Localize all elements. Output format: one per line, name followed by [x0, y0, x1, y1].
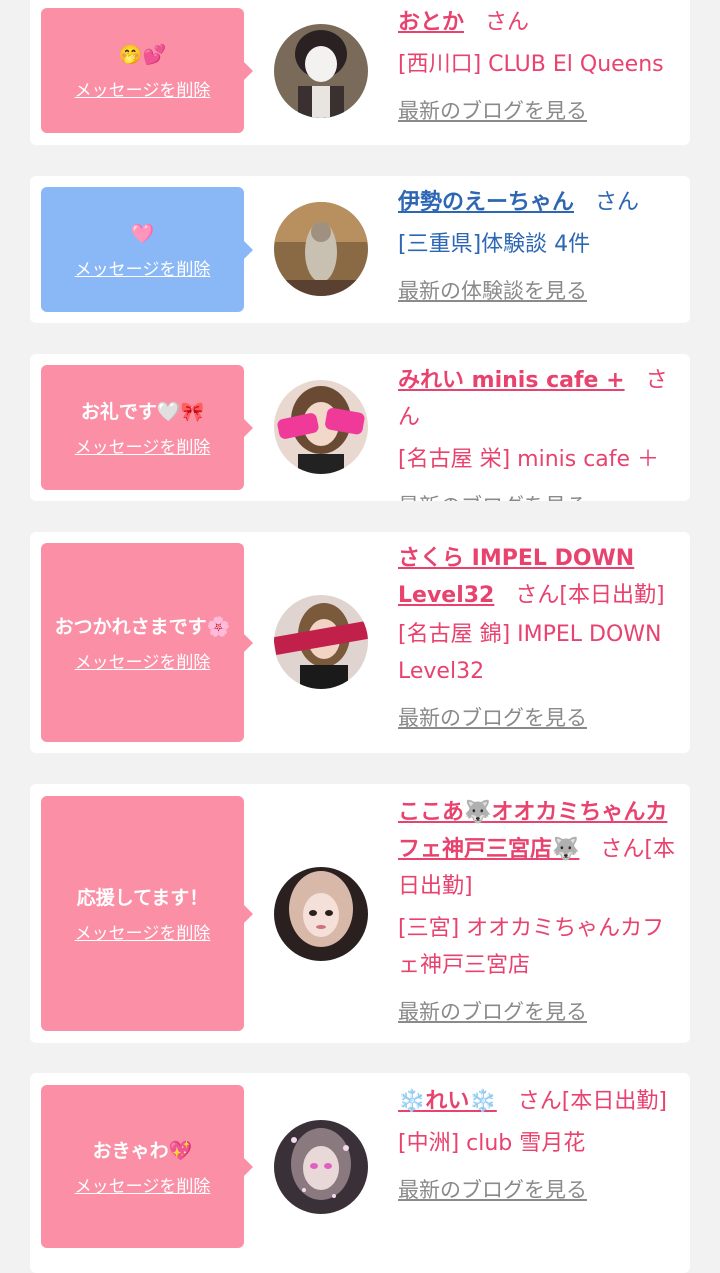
user-info: さくら IMPEL DOWN Level32 さん[本日出勤] [名古屋 錦] …	[398, 540, 680, 732]
avatar[interactable]	[274, 24, 368, 118]
message-bubble: 🤭💕 メッセージを削除	[41, 8, 253, 133]
latest-blog-link[interactable]: 最新のブログを見る	[398, 996, 680, 1026]
message-text: 🤭💕	[118, 44, 167, 66]
shop-text: [西川口] CLUB El Queens	[398, 52, 664, 77]
message-bubble: おきゃわ💖 メッセージを削除	[41, 1085, 253, 1248]
user-name-link[interactable]: 伊勢のえーちゃん	[398, 190, 574, 215]
honorific: さん	[485, 10, 530, 35]
latest-blog-link[interactable]: 最新のブログを見る	[398, 490, 680, 501]
shop-text: [名古屋 錦] IMPEL DOWN Level32	[398, 622, 662, 684]
latest-blog-link[interactable]: 最新のブログを見る	[398, 702, 680, 732]
message-card: お礼です🤍🎀 メッセージを削除 みれい minis cafe + さん [名古屋…	[30, 354, 690, 501]
user-name-link[interactable]: ❄️れい❄️	[398, 1089, 497, 1114]
user-info: ここあ🐺オオカミちゃんカフェ神戸三宮店🐺 さん[本日出勤] [三宮] オオカミち…	[398, 794, 680, 1026]
honorific: さん[本日出勤]	[515, 583, 665, 608]
message-bubble: 応援してます！ メッセージを削除	[41, 796, 253, 1031]
message-card: おきゃわ💖 メッセージを削除 ❄️れい❄️ さん[本日出勤] [中洲] club…	[30, 1073, 690, 1273]
latest-blog-link[interactable]: 最新のブログを見る	[398, 1174, 680, 1204]
message-card: 応援してます！ メッセージを削除 ここあ🐺オオカミちゃんカフェ神戸三宮店🐺 さん…	[30, 784, 690, 1043]
message-text: 🩷	[130, 223, 155, 245]
honorific: さん[本日出勤]	[517, 1089, 667, 1114]
shop-text: [名古屋 栄] minis cafe ＋	[398, 447, 660, 472]
avatar[interactable]	[274, 202, 368, 296]
honorific: さん	[595, 190, 640, 215]
delete-message-link[interactable]: メッセージを削除	[75, 255, 211, 280]
user-name-link[interactable]: おとか	[398, 10, 464, 35]
shop-text: [中洲] club 雪月花	[398, 1131, 586, 1156]
message-bubble: おつかれさまです🌸 メッセージを削除	[41, 543, 253, 742]
message-card: 🩷 メッセージを削除 伊勢のえーちゃん さん [三重県]体験談 4件 最新の体験…	[30, 176, 690, 323]
message-text: お礼です🤍🎀	[80, 401, 205, 423]
delete-message-link[interactable]: メッセージを削除	[75, 919, 211, 944]
avatar[interactable]	[274, 1120, 368, 1214]
delete-message-link[interactable]: メッセージを削除	[75, 648, 211, 673]
message-card: 🤭💕 メッセージを削除 おとか さん [西川口] CLUB El Queens …	[30, 0, 690, 145]
shop-text: [三重県]体験談 4件	[398, 232, 591, 257]
user-info: みれい minis cafe + さん [名古屋 栄] minis cafe ＋…	[398, 362, 680, 501]
delete-message-link[interactable]: メッセージを削除	[75, 76, 211, 101]
message-bubble: お礼です🤍🎀 メッセージを削除	[41, 365, 253, 490]
message-bubble: 🩷 メッセージを削除	[41, 187, 253, 312]
user-info: ❄️れい❄️ さん[本日出勤] [中洲] club 雪月花 最新のブログを見る	[398, 1083, 680, 1204]
user-info: 伊勢のえーちゃん さん [三重県]体験談 4件 最新の体験談を見る	[398, 184, 680, 305]
user-name-link[interactable]: みれい minis cafe +	[398, 368, 625, 393]
message-card: おつかれさまです🌸 メッセージを削除 さくら IMPEL DOWN Level3…	[30, 532, 690, 753]
message-text: 応援してます！	[76, 887, 209, 909]
shop-text: [三宮] オオカミちゃんカフェ神戸三宮店	[398, 916, 665, 978]
latest-blog-link[interactable]: 最新のブログを見る	[398, 95, 680, 125]
delete-message-link[interactable]: メッセージを削除	[75, 1172, 211, 1197]
latest-experience-link[interactable]: 最新の体験談を見る	[398, 275, 680, 305]
avatar[interactable]	[274, 595, 368, 689]
avatar[interactable]	[274, 867, 368, 961]
message-text: おつかれさまです🌸	[54, 616, 231, 638]
user-info: おとか さん [西川口] CLUB El Queens 最新のブログを見る	[398, 4, 680, 125]
avatar[interactable]	[274, 380, 368, 474]
delete-message-link[interactable]: メッセージを削除	[75, 433, 211, 458]
message-text: おきゃわ💖	[92, 1140, 193, 1162]
